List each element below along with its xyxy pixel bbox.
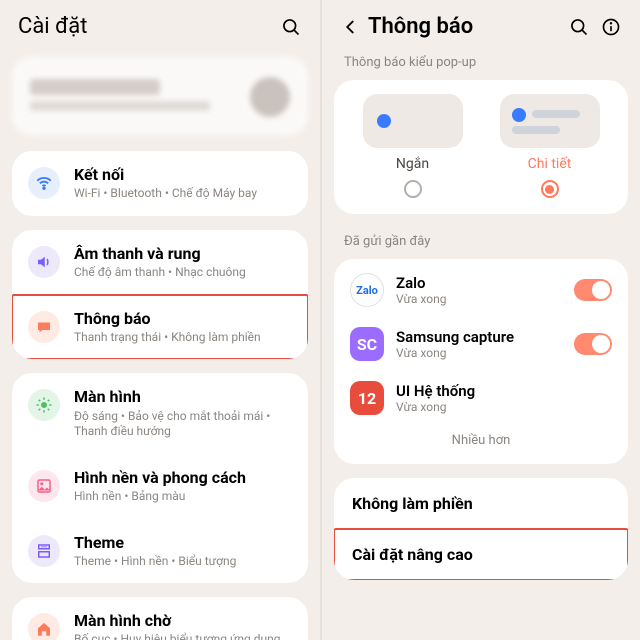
settings-group: Màn hình chờ Bố cục • Huy hiệu biểu tượn… <box>12 597 308 640</box>
info-icon[interactable] <box>600 16 622 38</box>
settings-screen: Cài đặt Kết nối Wi-Fi • Bluetooth • Chế … <box>0 0 320 640</box>
dnd-row[interactable]: Không làm phiền <box>334 478 628 529</box>
settings-group: Âm thanh và rung Chế độ âm thanh • Nhạc … <box>12 230 308 360</box>
toggle[interactable] <box>574 333 612 355</box>
search-icon[interactable] <box>280 16 302 38</box>
section-popup-style: Thông báo kiểu pop-up <box>322 49 640 80</box>
popup-style-card: Ngắn Chi tiết <box>334 80 628 214</box>
row-subtitle: Thanh trạng thái • Không làm phiền <box>74 330 292 346</box>
home-icon <box>28 613 60 640</box>
search-icon[interactable] <box>568 16 590 38</box>
app-name: UI Hệ thống <box>396 382 612 400</box>
app-row[interactable]: Zalo Zalo Vừa xong <box>334 263 628 317</box>
back-icon[interactable] <box>340 16 362 38</box>
settings-row-theme[interactable]: Theme Theme • Hình nền • Biểu tượng <box>12 519 308 584</box>
profile-card[interactable] <box>12 57 308 135</box>
row-title: Theme <box>74 533 292 552</box>
advanced-settings-row[interactable]: Cài đặt nâng cao <box>334 529 628 580</box>
detail-preview <box>500 94 600 148</box>
bottom-section: Không làm phiền Cài đặt nâng cao <box>334 478 628 580</box>
page-title: Thông báo <box>368 14 473 39</box>
app-icon: Zalo <box>350 273 384 307</box>
row-title: Hình nền và phong cách <box>74 468 292 487</box>
sound-icon <box>28 246 60 278</box>
page-title: Cài đặt <box>18 14 87 39</box>
section-recent: Đã gửi gần đây <box>322 228 640 259</box>
row-title: Thông báo <box>74 309 292 328</box>
app-icon: 12 <box>350 381 384 415</box>
wallpaper-icon <box>28 470 60 502</box>
radio-brief[interactable] <box>404 180 422 198</box>
toggle[interactable] <box>574 279 612 301</box>
row-title: Màn hình <box>74 387 292 406</box>
app-icon: SC <box>350 327 384 361</box>
settings-row-display[interactable]: Màn hình Độ sáng • Bảo vệ cho mắt thoải … <box>12 373 308 453</box>
row-subtitle: Bố cục • Huy hiệu biểu tượng ứng dụng <box>74 632 292 640</box>
row-subtitle: Hình nền • Bảng màu <box>74 489 292 505</box>
display-icon <box>28 389 60 421</box>
app-subtitle: Vừa xong <box>396 400 612 414</box>
app-name: Samsung capture <box>396 328 574 346</box>
row-title: Âm thanh và rung <box>74 244 292 263</box>
row-subtitle: Chế độ âm thanh • Nhạc chuông <box>74 265 292 281</box>
notif-icon <box>28 311 60 343</box>
row-subtitle: Theme • Hình nền • Biểu tượng <box>74 554 292 570</box>
settings-group: Kết nối Wi-Fi • Bluetooth • Chế độ Máy b… <box>12 151 308 216</box>
row-title: Kết nối <box>74 165 292 184</box>
settings-row-notif[interactable]: Thông báo Thanh trạng thái • Không làm p… <box>12 295 308 360</box>
settings-row-home[interactable]: Màn hình chờ Bố cục • Huy hiệu biểu tượn… <box>12 597 308 640</box>
recent-apps: Zalo Zalo Vừa xong SC Samsung capture Vừ… <box>334 259 628 464</box>
app-subtitle: Vừa xong <box>396 292 574 306</box>
row-title: Màn hình chờ <box>74 611 292 630</box>
app-name: Zalo <box>396 274 574 292</box>
more-button[interactable]: Nhiều hơn <box>334 425 628 460</box>
row-subtitle: Wi-Fi • Bluetooth • Chế độ Máy bay <box>74 186 292 202</box>
app-subtitle: Vừa xong <box>396 346 574 360</box>
wifi-icon <box>28 167 60 199</box>
theme-icon <box>28 535 60 567</box>
app-row[interactable]: SC Samsung capture Vừa xong <box>334 317 628 371</box>
header-right: Thông báo <box>322 0 640 49</box>
radio-detail[interactable] <box>541 180 559 198</box>
notifications-screen: Thông báo Thông báo kiểu pop-up Ngắn Chi… <box>320 0 640 640</box>
row-subtitle: Độ sáng • Bảo vệ cho mắt thoải mái • Tha… <box>74 409 292 440</box>
app-row[interactable]: 12 UI Hệ thống Vừa xong <box>334 371 628 425</box>
settings-group: Màn hình Độ sáng • Bảo vệ cho mắt thoải … <box>12 373 308 583</box>
settings-row-sound[interactable]: Âm thanh và rung Chế độ âm thanh • Nhạc … <box>12 230 308 295</box>
option-brief[interactable]: Ngắn <box>344 94 481 198</box>
settings-row-wallpaper[interactable]: Hình nền và phong cách Hình nền • Bảng m… <box>12 454 308 519</box>
option-detail[interactable]: Chi tiết <box>481 94 618 198</box>
header-left: Cài đặt <box>0 0 320 49</box>
brief-preview <box>363 94 463 148</box>
settings-row-wifi[interactable]: Kết nối Wi-Fi • Bluetooth • Chế độ Máy b… <box>12 151 308 216</box>
